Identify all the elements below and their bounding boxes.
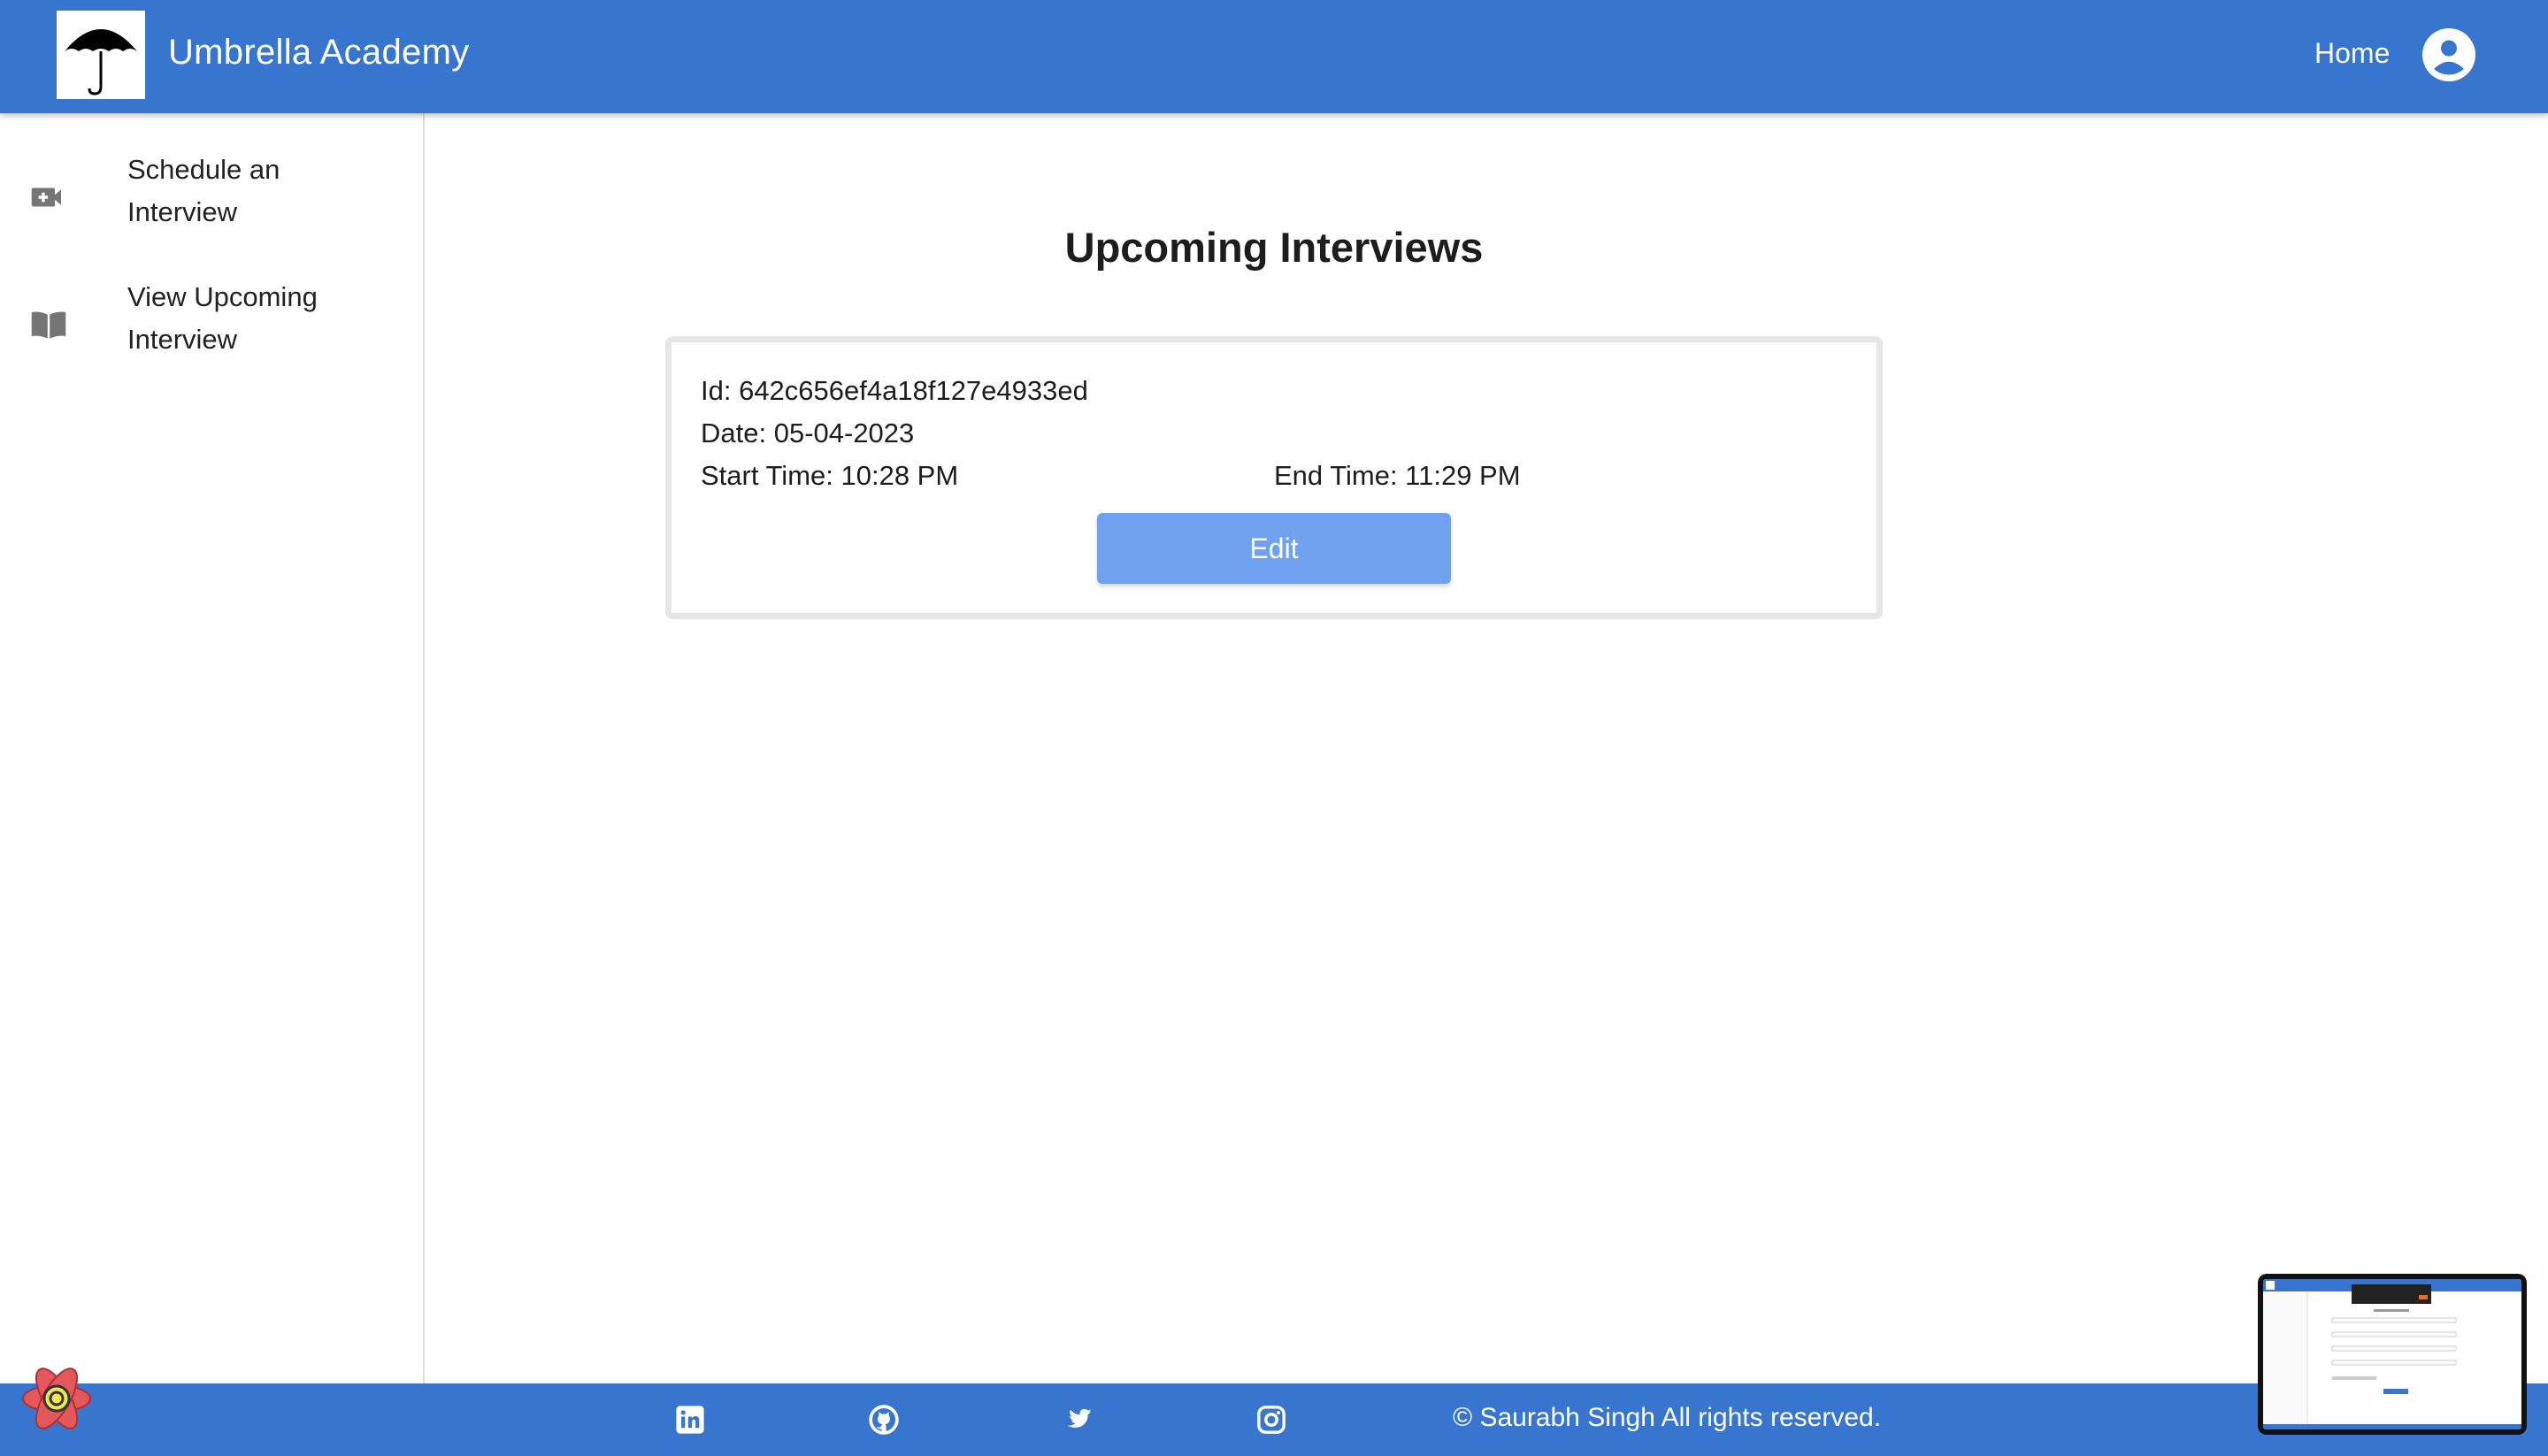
twitter-icon[interactable] xyxy=(1063,1405,1093,1435)
screen-preview-thumbnail[interactable] xyxy=(2258,1274,2527,1435)
app-title[interactable]: Umbrella Academy xyxy=(168,33,469,73)
interview-start-time: Start Time: 10:28 PM xyxy=(701,460,959,491)
video-plus-icon xyxy=(31,188,61,207)
sidebar-item-view-upcoming-interview[interactable]: View Upcoming Interview xyxy=(0,267,423,382)
umbrella-logo-icon xyxy=(65,29,137,96)
book-icon xyxy=(31,311,66,339)
sidebar-item-label: Schedule an Interview xyxy=(127,154,280,227)
app-bar: Umbrella Academy Home xyxy=(0,0,2548,113)
page-title: Upcoming Interviews xyxy=(1064,224,1484,271)
preview-screen xyxy=(2263,1279,2521,1429)
app-logo[interactable] xyxy=(57,11,145,99)
sidebar-item-label: View Upcoming Interview xyxy=(127,281,318,355)
edit-interview-button[interactable]: Edit xyxy=(1097,513,1451,584)
account-circle-icon[interactable] xyxy=(2422,28,2475,81)
sidebar: Schedule an Interview View Upcoming Inte… xyxy=(0,113,425,1383)
interview-date: Date: 05-04-2023 xyxy=(701,418,915,448)
linkedin-icon[interactable] xyxy=(675,1405,705,1435)
react-devtools-icon[interactable] xyxy=(19,1364,94,1433)
copyright-text: © Saurabh Singh All rights reserved. xyxy=(1453,1403,1882,1432)
interview-id: Id: 642c656ef4a18f127e4933ed xyxy=(701,375,1088,406)
instagram-icon[interactable] xyxy=(1256,1405,1286,1435)
interview-end-time: End Time: 11:29 PM xyxy=(1274,460,1521,491)
sidebar-item-schedule-interview[interactable]: Schedule an Interview xyxy=(0,140,423,255)
preview-image xyxy=(2263,1279,2521,1429)
github-icon[interactable] xyxy=(869,1405,899,1435)
home-link[interactable]: Home xyxy=(2314,37,2390,70)
